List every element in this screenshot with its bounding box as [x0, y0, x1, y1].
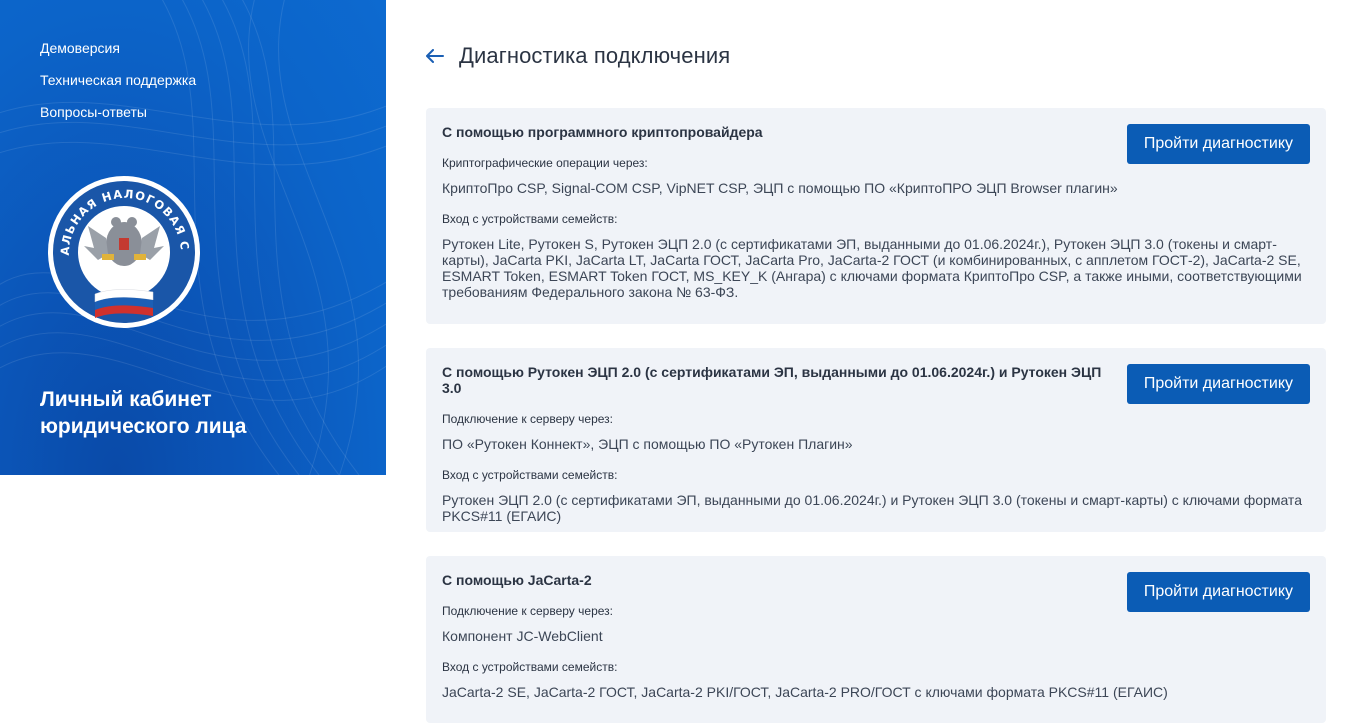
card-text-devices: Рутокен ЭЦП 2.0 (с сертификатами ЭП, выд…	[442, 492, 1302, 524]
card-label-devices: Вход с устройствами семейств:	[442, 468, 618, 482]
card-text-devices: JaCarta-2 SE, JaCarta-2 ГОСТ, JaCarta-2 …	[442, 684, 1168, 700]
fns-emblem-logo: ФЕДЕРАЛЬНАЯ НАЛОГОВАЯ СЛУЖБА	[47, 172, 200, 328]
card-label-devices: Вход с устройствами семейств:	[442, 212, 618, 226]
run-diagnostics-button[interactable]: Пройти диагностику	[1126, 364, 1310, 404]
card-title: С помощью программного криптопровайдера	[442, 124, 763, 140]
cabinet-title: Личный кабинет юридического лица	[40, 388, 247, 438]
nav-link-demo[interactable]: Демоверсия	[40, 38, 196, 70]
run-diagnostics-button[interactable]: Пройти диагностику	[1126, 124, 1310, 164]
card-title: С помощью Рутокен ЭЦП 2.0 (с сертификата…	[442, 364, 1102, 396]
page-title: Диагностика подключения	[459, 43, 731, 68]
diagnostic-card-rutoken: С помощью Рутокен ЭЦП 2.0 (с сертификата…	[426, 348, 1326, 532]
back-arrow-icon[interactable]	[426, 49, 444, 63]
sidebar: Демоверсия Техническая поддержка Вопросы…	[0, 0, 386, 475]
card-text-server-connection: ПО «Рутокен Коннект», ЭЦП с помощью ПО «…	[442, 436, 853, 452]
card-title: С помощью JaCarta-2	[442, 572, 592, 588]
nav-link-support[interactable]: Техническая поддержка	[40, 70, 196, 102]
diagnostic-card-jacarta: С помощью JaCarta-2 Пройти диагностику П…	[426, 556, 1326, 723]
page-header: Диагностика подключения	[426, 42, 730, 70]
card-text-crypto-ops: КриптоПро CSP, Signal-COM CSP, VipNET CS…	[442, 180, 1118, 196]
card-label-server-connection: Подключение к серверу через:	[442, 412, 613, 426]
sidebar-nav: Демоверсия Техническая поддержка Вопросы…	[40, 38, 196, 134]
card-label-devices: Вход с устройствами семейств:	[442, 660, 618, 674]
card-text-server-connection: Компонент JC-WebClient	[442, 628, 603, 644]
card-text-devices: Рутокен Lite, Рутокен S, Рутокен ЭЦП 2.0…	[442, 236, 1302, 300]
nav-link-faq[interactable]: Вопросы-ответы	[40, 102, 196, 134]
run-diagnostics-button[interactable]: Пройти диагностику	[1126, 572, 1310, 612]
diagnostic-card-software-crypto: С помощью программного криптопровайдера …	[426, 108, 1326, 324]
